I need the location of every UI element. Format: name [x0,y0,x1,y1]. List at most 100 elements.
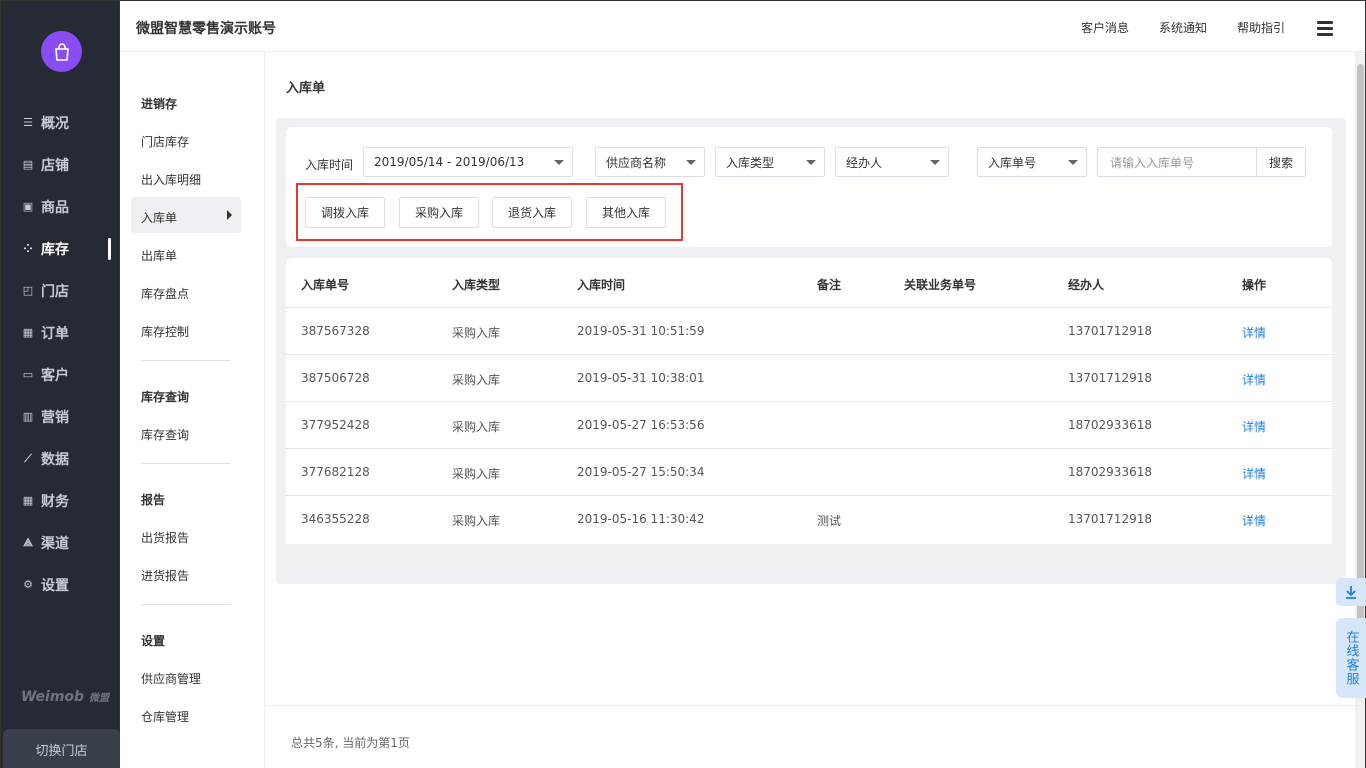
cell-operator: 13701712918 [1068,512,1152,526]
shop-icon: ◰ [22,284,34,297]
settings-icon: ⚙ [23,578,33,591]
nav-item-goods[interactable]: ▣ 商品 [21,192,111,222]
customer-icon: ▭ [22,368,34,381]
filter-bar: 入库时间 2019/05/14 - 2019/06/13 供应商名称 入库类型 … [286,127,1332,247]
cell-order-no: 377682128 [301,465,370,479]
table-row: 377682128 采购入库 2019-05-27 15:50:34 18702… [286,448,1332,495]
supplier-select[interactable]: 供应商名称 [595,147,705,177]
time-label: 入库时间 [305,158,354,172]
other-inbound-button[interactable]: 其他入库 [586,197,666,228]
order-icon: ▦ [22,326,34,339]
cell-type: 采购入库 [452,373,501,387]
subnav-item-stock-control[interactable]: 库存控制 [141,323,189,340]
column-header: 操作 [1242,278,1267,292]
subnav-item-stocktake[interactable]: 库存盘点 [141,285,189,302]
sub-sidebar: 进销存 门店库存 出入库明细 入库单 出库单 库存盘点 库存控制 库存查询 库存… [120,52,265,768]
download-icon[interactable] [1336,578,1366,606]
chevron-down-icon [1068,160,1078,165]
nav-item-channel[interactable]: ⟁ 渠道 [21,528,111,558]
content-panel: 入库时间 2019/05/14 - 2019/06/13 供应商名称 入库类型 … [276,118,1346,584]
nav-item-customer[interactable]: ▭ 客户 [21,360,111,390]
online-customer-service-button[interactable]: 在线客服 [1336,618,1366,698]
switch-store-button[interactable]: 切换门店 [3,729,120,768]
subnav-item-outbound-order[interactable]: 出库单 [141,247,177,264]
column-header: 经办人 [1068,278,1105,292]
order-no-search-input[interactable]: 请输入入库单号 [1097,147,1257,177]
nav-item-finance[interactable]: ▦ 财务 [21,486,111,516]
cell-time: 2019-05-27 16:53:56 [577,418,705,432]
cell-type: 采购入库 [452,420,501,434]
column-header: 备注 [817,278,842,292]
subnav-section-title: 设置 [141,634,166,648]
marketing-icon: ▥ [22,410,34,423]
nav-item-order[interactable]: ▦ 订单 [21,318,111,348]
chevron-right-icon [227,210,232,220]
subnav-item-supplier-mgmt[interactable]: 供应商管理 [141,670,201,687]
nav-item-settings[interactable]: ⚙ 设置 [21,570,111,600]
column-header: 关联业务单号 [904,278,977,292]
top-header: 微盟智慧零售演示账号 客户消息 系统通知 帮助指引 [120,0,1366,52]
detail-link[interactable]: 详情 [1242,465,1266,482]
nav-item-store[interactable]: ▤ 店铺 [21,150,111,180]
subnav-item-inbound-order[interactable]: 入库单 [141,209,177,226]
main-sidebar: ☰ 概况 ▤ 店铺 ▣ 商品 ⁘ 库存 ◰ 门店 ▦ 订单 ▭ 客户 ▥ 营销 ⟋ 数据 ▦ 财务 … [0,0,120,768]
main-content: 入库单 入库时间 2019/05/14 - 2019/06/13 供应商名称 入… [265,52,1355,768]
search-button[interactable]: 搜索 [1256,147,1306,177]
column-header: 入库时间 [577,278,626,292]
account-title: 微盟智慧零售演示账号 [136,21,276,37]
subnav-item-stock-query[interactable]: 库存查询 [141,426,189,443]
detail-link[interactable]: 详情 [1242,512,1266,529]
cell-time: 2019-05-31 10:51:59 [577,324,705,338]
subnav-item-shipping-report[interactable]: 出货报告 [141,529,189,546]
detail-link[interactable]: 详情 [1242,324,1266,341]
nav-item-overview[interactable]: ☰ 概况 [21,108,111,138]
customer-messages-link[interactable]: 客户消息 [1081,19,1129,36]
subnav-section-title: 报告 [141,493,166,507]
divider [141,604,231,605]
detail-link[interactable]: 详情 [1242,418,1266,435]
table-row: 377952428 采购入库 2019-05-27 16:53:56 18702… [286,401,1332,448]
subnav-item-in-out-detail[interactable]: 出入库明细 [141,171,201,188]
nav-active-indicator [108,238,111,260]
order-no-select[interactable]: 入库单号 [977,147,1087,177]
table-row: 387506728 采购入库 2019-05-31 10:38:01 13701… [286,354,1332,401]
system-notice-link[interactable]: 系统通知 [1159,19,1207,36]
goods-icon: ▣ [22,200,34,213]
cell-type: 采购入库 [452,467,501,481]
divider [141,360,231,361]
chevron-down-icon [686,160,696,165]
operator-select[interactable]: 经办人 [835,147,949,177]
pagination-summary: 总共5条, 当前为第1页 [291,736,410,750]
finance-icon: ▦ [22,494,34,507]
chevron-down-icon [554,160,564,165]
transfer-inbound-button[interactable]: 调拨入库 [305,197,385,228]
cell-time: 2019-05-31 10:38:01 [577,371,705,385]
inbound-type-select[interactable]: 入库类型 [715,147,825,177]
store-icon: ▤ [22,158,34,171]
cell-order-no: 346355228 [301,512,370,526]
list-icon: ☰ [23,116,33,129]
nav-item-shop[interactable]: ◰ 门店 [21,276,111,306]
subnav-section-title: 库存查询 [141,390,190,404]
nav-item-marketing[interactable]: ▥ 营销 [21,402,111,432]
subnav-item-store-inventory[interactable]: 门店库存 [141,133,189,150]
help-guide-link[interactable]: 帮助指引 [1237,19,1285,36]
cell-type: 采购入库 [452,326,501,340]
subnav-item-purchase-report[interactable]: 进货报告 [141,567,189,584]
shopping-bag-logo-icon[interactable] [41,31,82,72]
detail-link[interactable]: 详情 [1242,371,1266,388]
cell-order-no: 387567328 [301,324,370,338]
subnav-item-warehouse-mgmt[interactable]: 仓库管理 [141,708,189,725]
column-header: 入库类型 [452,278,501,292]
nav-item-data[interactable]: ⟋ 数据 [21,444,111,474]
cell-time: 2019-05-16 11:30:42 [577,512,705,526]
table-row: 387567328 采购入库 2019-05-31 10:51:59 13701… [286,307,1332,354]
chevron-down-icon [930,160,940,165]
purchase-inbound-button[interactable]: 采购入库 [399,197,479,228]
channel-icon: ⟁ [23,536,33,549]
return-inbound-button[interactable]: 退货入库 [492,197,572,228]
nav-item-inventory[interactable]: ⁘ 库存 [21,234,111,264]
date-range-picker[interactable]: 2019/05/14 - 2019/06/13 [363,147,573,177]
cell-operator: 13701712918 [1068,324,1152,338]
menu-icon[interactable] [1317,21,1333,39]
